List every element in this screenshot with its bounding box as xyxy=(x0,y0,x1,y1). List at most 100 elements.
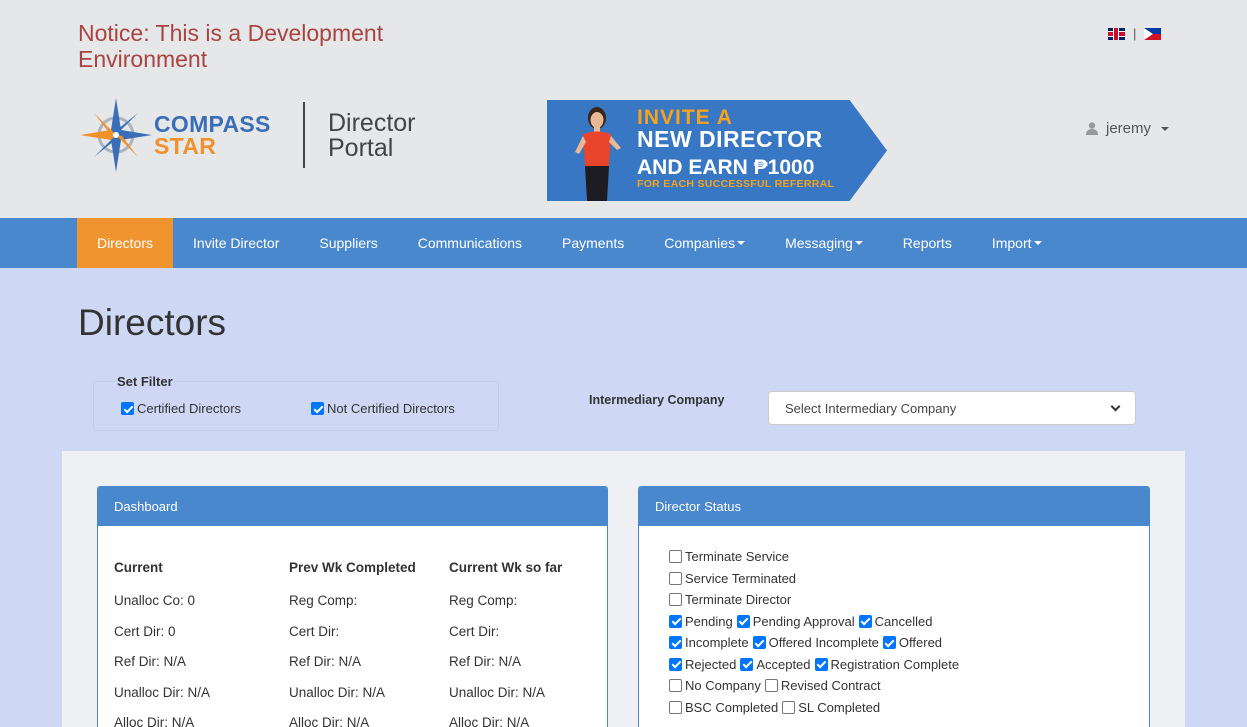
status-row: Service Terminated xyxy=(669,568,963,590)
compass-star-logo[interactable]: COMPASS STAR Director Portal xyxy=(80,98,416,172)
checkbox-checked-icon xyxy=(752,636,766,650)
stat-row: Ref Dir: N/A xyxy=(289,654,362,669)
checkbox-unchecked-icon xyxy=(764,679,778,693)
status-checkbox-offered[interactable]: Offered xyxy=(882,635,943,651)
stat-row: Alloc Dir: N/A xyxy=(114,715,195,727)
banner-person-image xyxy=(575,107,621,201)
invite-director-banner[interactable]: INVITE A NEW DIRECTOR AND EARN ₱1000 FOR… xyxy=(547,100,887,201)
caret-down-icon xyxy=(854,241,863,245)
nav-communications[interactable]: Communications xyxy=(398,218,542,268)
checkbox-label: BSC Completed xyxy=(685,699,779,715)
banner-headline-2: NEW DIRECTOR xyxy=(637,126,823,152)
certified-directors-checkbox[interactable]: Certified Directors xyxy=(121,401,241,416)
banner-headline-3: AND EARN ₱1000 xyxy=(637,156,815,179)
language-switcher: | xyxy=(1108,26,1162,41)
checkbox-unchecked-icon xyxy=(782,700,796,714)
director-status-panel-title: Director Status xyxy=(639,487,1149,526)
checkbox-checked-icon xyxy=(882,636,896,650)
status-checkbox-terminate-director[interactable]: Terminate Director xyxy=(669,592,791,607)
checkbox-label: Offered xyxy=(898,635,943,651)
checkbox-label: Not Certified Directors xyxy=(327,401,455,416)
status-checkbox-rejected[interactable]: Rejected xyxy=(669,657,736,672)
nav-reports[interactable]: Reports xyxy=(883,218,972,268)
panels-container: Dashboard Current Unalloc Co: 0 Cert Dir… xyxy=(62,451,1185,727)
nav-label: Import xyxy=(991,235,1032,251)
status-checkbox-pending-approval[interactable]: Pending Approval xyxy=(736,614,855,629)
checkbox-label: Pending xyxy=(685,613,733,629)
logo-divider xyxy=(303,102,305,168)
status-row: Terminate Director xyxy=(669,589,963,611)
intermediary-company-label: Intermediary Company xyxy=(589,393,725,407)
checkbox-label: SL Completed xyxy=(798,699,881,715)
checkbox-label: Rejected xyxy=(685,656,737,672)
status-checkbox-no-company[interactable]: No Company xyxy=(669,678,761,693)
column-header: Current Wk so far xyxy=(449,560,563,575)
checkbox-label: Terminate Director xyxy=(685,592,792,608)
status-checkbox-accepted[interactable]: Accepted xyxy=(740,657,811,672)
column-header: Current xyxy=(114,560,163,575)
status-checkbox-sl-completed[interactable]: SL Completed xyxy=(782,700,880,715)
set-filter-fieldset: Set Filter Certified Directors Not Certi… xyxy=(93,374,499,431)
nav-import-dropdown[interactable]: Import xyxy=(972,218,1062,268)
nav-suppliers[interactable]: Suppliers xyxy=(299,218,397,268)
checkbox-label: Certified Directors xyxy=(137,401,242,416)
director-portal-label: Director Portal xyxy=(328,109,416,162)
nav-companies-dropdown[interactable]: Companies xyxy=(644,218,765,268)
checkbox-label: Cancelled xyxy=(874,613,933,629)
banner-subtext: FOR EACH SUCCESSFUL REFERRAL xyxy=(637,178,835,190)
nav-label: Suppliers xyxy=(319,235,378,251)
checkbox-checked-icon xyxy=(669,636,682,650)
status-checkbox-revised-contract[interactable]: Revised Contract xyxy=(764,678,881,694)
nav-invite-director[interactable]: Invite Director xyxy=(173,218,299,268)
stat-row: Ref Dir: N/A xyxy=(449,654,522,669)
flag-separator: | xyxy=(1133,26,1137,41)
user-menu[interactable]: jeremy xyxy=(1086,120,1170,137)
nav-payments[interactable]: Payments xyxy=(542,218,644,268)
not-certified-directors-checkbox[interactable]: Not Certified Directors xyxy=(311,401,455,416)
nav-label: Invite Director xyxy=(193,235,280,251)
checkbox-checked-icon xyxy=(814,657,828,671)
status-row: No Company Revised Contract xyxy=(669,675,963,697)
stat-row: Unalloc Dir: N/A xyxy=(449,684,546,700)
nav-label: Communications xyxy=(417,235,523,251)
nav-label: Companies xyxy=(664,235,736,251)
logo-text-compass: COMPASS xyxy=(154,111,271,137)
checkbox-label: Revised Contract xyxy=(780,678,881,694)
nav-label: Messaging xyxy=(785,235,853,251)
intermediary-company-select[interactable]: Select Intermediary Company xyxy=(768,391,1136,425)
nav-label: Directors xyxy=(97,235,154,251)
status-row: Incomplete Offered Incomplete Offered xyxy=(669,632,963,654)
stat-row: Unalloc Co: 0 xyxy=(114,593,196,608)
stat-row: Reg Comp: xyxy=(449,593,518,608)
nav-directors[interactable]: Directors xyxy=(77,218,174,268)
dashboard-column-prev-week: Prev Wk Completed Reg Comp: Cert Dir: Re… xyxy=(289,560,416,727)
user-icon xyxy=(1086,122,1098,135)
checkbox-checked-icon xyxy=(311,402,324,415)
stat-row: Unalloc Dir: N/A xyxy=(114,684,211,700)
status-checkbox-registration-complete[interactable]: Registration Complete xyxy=(814,657,959,672)
stat-row: Alloc Dir: N/A xyxy=(289,715,370,727)
dev-environment-notice: Notice: This is a Development Environmen… xyxy=(78,20,384,72)
nav-messaging-dropdown[interactable]: Messaging xyxy=(765,218,883,268)
status-checkbox-service-terminated[interactable]: Service Terminated xyxy=(669,571,796,586)
status-checkbox-bsc-completed[interactable]: BSC Completed xyxy=(669,700,778,715)
column-header: Prev Wk Completed xyxy=(289,560,416,575)
uk-flag-icon[interactable] xyxy=(1108,27,1125,40)
stat-row: Cert Dir: xyxy=(289,623,340,639)
page-title: Directors xyxy=(78,302,227,343)
stat-row: Unalloc Dir: N/A xyxy=(289,684,386,700)
checkbox-checked-icon xyxy=(121,402,134,415)
status-checkbox-offered-incomplete[interactable]: Offered Incomplete xyxy=(752,635,879,650)
status-checkbox-cancelled[interactable]: Cancelled xyxy=(858,613,933,629)
set-filter-legend: Set Filter xyxy=(116,374,174,389)
dashboard-panel: Dashboard Current Unalloc Co: 0 Cert Dir… xyxy=(97,486,608,727)
philippines-flag-icon[interactable] xyxy=(1144,27,1162,40)
director-status-checkbox-list: Terminate Service Service Terminated Termi… xyxy=(669,546,963,718)
dashboard-column-current-week: Current Wk so far Reg Comp: Cert Dir: Re… xyxy=(449,560,562,727)
status-checkbox-terminate-service[interactable]: Terminate Service xyxy=(669,549,789,564)
main-navbar: Directors Invite Director Suppliers Comm… xyxy=(0,218,1247,268)
status-checkbox-incomplete[interactable]: Incomplete xyxy=(669,635,749,650)
status-checkbox-pending[interactable]: Pending xyxy=(669,614,733,629)
nav-label: Reports xyxy=(902,235,952,251)
compass-star-icon xyxy=(80,98,152,172)
